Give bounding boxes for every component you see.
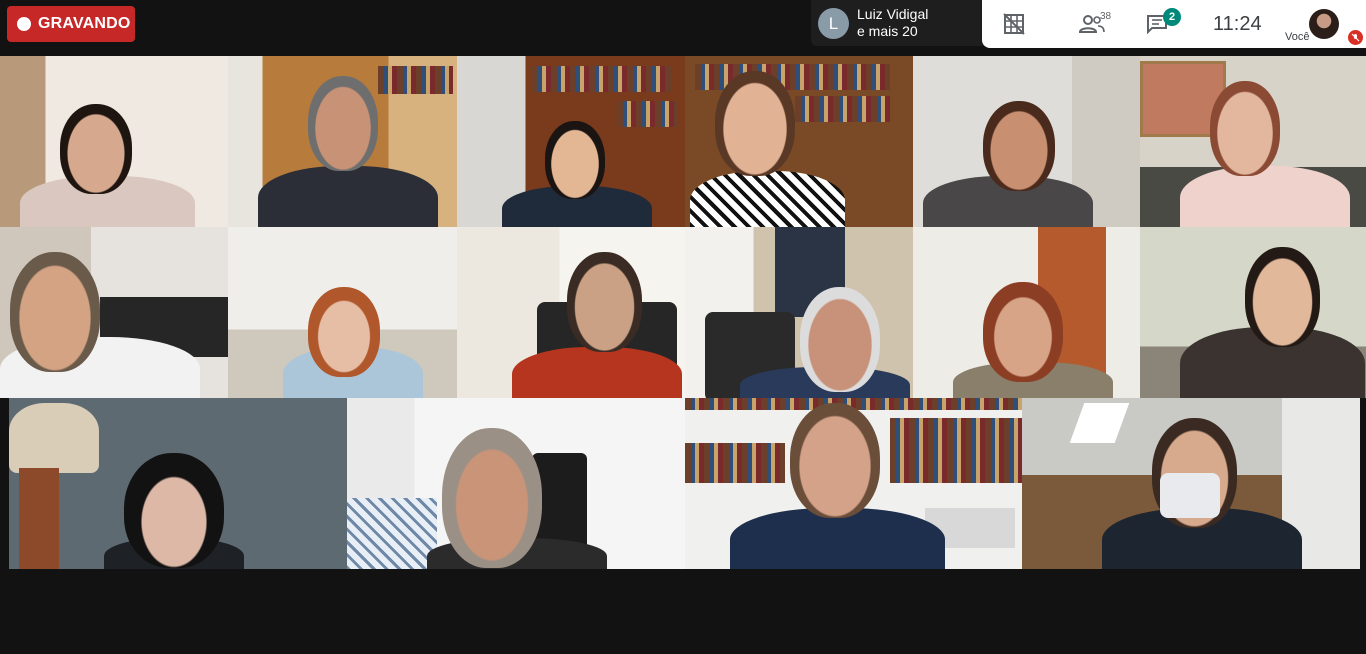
chat-unread-badge: 2	[1163, 8, 1181, 26]
video-tile[interactable]	[1140, 227, 1366, 398]
video-tile[interactable]	[685, 227, 913, 398]
participants-count: 38	[1100, 11, 1112, 22]
video-tile[interactable]	[457, 56, 685, 227]
recording-label: GRAVANDO	[38, 15, 131, 32]
video-tile[interactable]	[228, 227, 457, 398]
video-tile[interactable]	[9, 398, 347, 569]
mic-off-icon	[1348, 30, 1363, 45]
video-tile[interactable]	[913, 56, 1140, 227]
presenter-name: Luiz Vidigal	[857, 6, 929, 22]
video-tile[interactable]	[0, 56, 228, 227]
self-avatar[interactable]	[1309, 9, 1339, 39]
meeting-clock: 11:24	[1213, 13, 1262, 35]
video-tile[interactable]	[457, 227, 685, 398]
video-tile[interactable]	[1140, 56, 1366, 227]
video-tile[interactable]	[228, 56, 457, 227]
presenter-avatar: L	[818, 7, 849, 39]
meeting-toolbar: 38 2 11:24 Você	[982, 0, 1366, 48]
recording-badge: GRAVANDO	[7, 6, 135, 42]
video-tile[interactable]	[0, 227, 228, 398]
video-tile[interactable]	[1022, 398, 1360, 569]
grid-off-icon	[1003, 13, 1025, 35]
video-tile[interactable]	[913, 227, 1140, 398]
presenter-others: e mais 20	[857, 23, 918, 39]
video-tile[interactable]	[685, 398, 1022, 569]
participants-button[interactable]: 38	[1072, 0, 1112, 48]
video-tile[interactable]	[347, 398, 685, 569]
presenter-names: Luiz Vidigal e mais 20	[857, 6, 928, 40]
video-tile[interactable]	[685, 56, 913, 227]
presenting-participant[interactable]: L Luiz Vidigal e mais 20	[811, 0, 991, 46]
self-label: Você	[1285, 31, 1310, 43]
layout-grid-button[interactable]	[1002, 0, 1026, 48]
recording-dot-icon	[17, 17, 31, 31]
